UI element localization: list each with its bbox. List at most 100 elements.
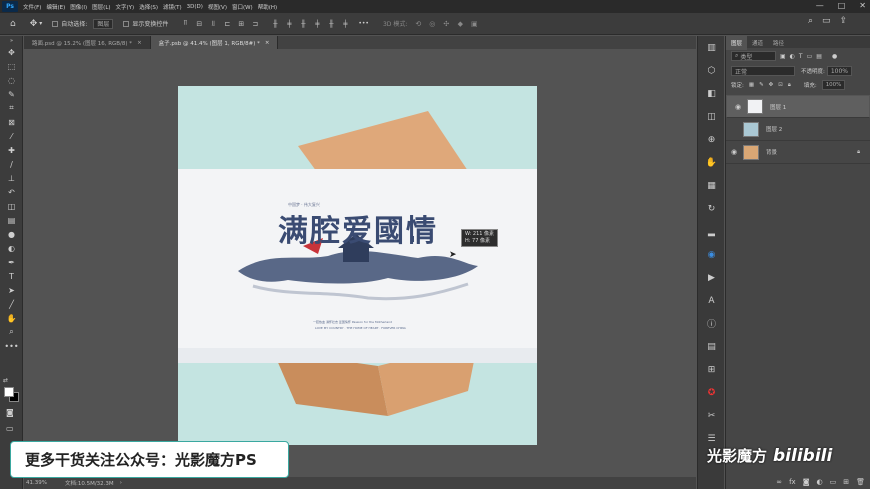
lock-all-icon[interactable]: 🔒︎ <box>788 82 791 89</box>
character-icon[interactable]: A <box>698 289 725 312</box>
more-options-icon[interactable]: ••• <box>358 20 369 27</box>
pen-tool-icon[interactable]: ✒ <box>0 255 23 269</box>
adjust-panel-icon[interactable]: ⊞ <box>698 358 725 381</box>
filter-type-icon[interactable]: T <box>799 53 803 60</box>
align-hcenter-icon[interactable]: ⊞ <box>236 19 246 29</box>
blur-tool-icon[interactable]: ● <box>0 227 23 241</box>
close-icon[interactable]: ✕ <box>859 1 866 10</box>
swap-colors-icon[interactable]: ⇄ <box>3 377 8 384</box>
zoom-level[interactable]: 41.39% <box>26 480 47 486</box>
history-brush-tool-icon[interactable]: ↶ <box>0 185 23 199</box>
auto-select-checkbox[interactable]: 自动选择: <box>52 19 87 28</box>
hand-tool-icon[interactable]: ✋ <box>0 311 23 325</box>
new-layer-icon[interactable]: ⊞ <box>843 478 849 486</box>
document-canvas[interactable]: 中国梦 · 伟大复兴 满腔爱國情 一腔热血 满怀壮志 爱国情怀 Passion … <box>178 86 537 445</box>
search-icon[interactable]: ⌕ <box>808 16 813 26</box>
maximize-icon[interactable]: □ <box>838 1 846 10</box>
stamp-icon[interactable]: ✪ <box>698 381 725 404</box>
lock-pixels-icon[interactable]: ✎ <box>759 82 764 88</box>
distribute-hcenter-icon[interactable]: ╫ <box>326 19 336 29</box>
adjustment-layer-icon[interactable]: ◐ <box>817 478 823 486</box>
layer-row-background[interactable]: ◉ 背景 🔒︎ <box>726 141 870 164</box>
menu-select[interactable]: 选择(S) <box>139 3 158 11</box>
refresh-icon[interactable]: ↻ <box>698 197 725 220</box>
distribute-bottom-icon[interactable]: ╫ <box>298 19 308 29</box>
eraser-tool-icon[interactable]: ◫ <box>0 199 23 213</box>
visibility-eye-icon[interactable]: ◉ <box>733 103 743 111</box>
frame-tool-icon[interactable]: ⊠ <box>0 115 23 129</box>
close-tab-icon[interactable]: × <box>265 40 270 46</box>
auto-select-dropdown[interactable]: 图层 <box>93 18 114 29</box>
menu-view[interactable]: 视图(V) <box>208 3 227 11</box>
auto-select-check-box[interactable] <box>52 20 59 27</box>
filter-adjust-icon[interactable]: ◐ <box>790 53 795 60</box>
distribute-top-icon[interactable]: ╫ <box>270 19 280 29</box>
fill-input[interactable]: 100% <box>821 80 846 90</box>
clone-stamp-tool-icon[interactable]: ⊥ <box>0 171 23 185</box>
collapse-icon[interactable]: » <box>0 36 23 45</box>
menu-filter[interactable]: 滤镜(T) <box>163 3 182 11</box>
orbit-3d-icon[interactable]: ⟲ <box>413 19 423 29</box>
lasso-tool-icon[interactable]: ◌ <box>0 73 23 87</box>
tab-box[interactable]: 盒子.psb @ 41.4% (图层 1, RGB/8#) * × <box>150 36 279 49</box>
auto-select-value[interactable]: 图层 <box>93 18 114 29</box>
dodge-tool-icon[interactable]: ◐ <box>0 241 23 255</box>
distribute-vcenter-icon[interactable]: ╪ <box>284 19 294 29</box>
type-tool-icon[interactable]: T <box>0 269 23 283</box>
filter-pixel-icon[interactable]: ▣ <box>780 53 786 60</box>
play-icon[interactable]: ▶ <box>698 266 725 289</box>
scale-3d-icon[interactable]: ▣ <box>469 19 479 29</box>
table-icon[interactable]: ▤ <box>698 335 725 358</box>
brush-tool-icon[interactable]: ∕ <box>0 157 23 171</box>
menu-layer[interactable]: 图层(L) <box>92 3 110 11</box>
show-transform-check-box[interactable] <box>123 20 130 27</box>
lock-position-icon[interactable]: ✥ <box>769 82 774 88</box>
gradient-tool-icon[interactable]: ▤ <box>0 213 23 227</box>
color-wheel-icon[interactable]: ◉ <box>698 243 725 266</box>
tab-road[interactable]: 路面.psd @ 15.2% (图层 16, RGB/8) * × <box>24 36 151 49</box>
home-icon[interactable]: ⌂ <box>10 19 16 29</box>
slide-3d-icon[interactable]: ◆ <box>455 19 465 29</box>
filter-shape-icon[interactable]: ▭ <box>807 53 813 60</box>
align-bottom-icon[interactable]: ⫫ <box>208 19 218 29</box>
share-icon[interactable]: ⇪ <box>840 16 848 26</box>
foreground-color-swatch[interactable] <box>4 387 14 397</box>
zoom-tool-icon[interactable]: ⌕ <box>0 325 23 339</box>
menu-edit[interactable]: 编辑(E) <box>46 3 65 11</box>
roll-3d-icon[interactable]: ◎ <box>427 19 437 29</box>
3d-icon[interactable]: ⬡ <box>698 59 725 82</box>
screen-mode-icon[interactable]: ▭ <box>6 424 14 433</box>
histogram-icon[interactable]: ▂ <box>698 220 725 243</box>
more-tools-icon[interactable]: ••• <box>0 339 23 353</box>
show-transform-checkbox[interactable]: 显示变换控件 <box>123 19 168 28</box>
layer-style-icon[interactable]: fx <box>789 478 796 486</box>
healing-brush-tool-icon[interactable]: ✚ <box>0 143 23 157</box>
move-tool-icon[interactable]: ✥ <box>30 19 38 29</box>
menu-image[interactable]: 图像(I) <box>70 3 87 11</box>
tool-preset-chevron-icon[interactable]: ▾ <box>39 20 42 27</box>
layer-name[interactable]: 图层 1 <box>770 103 786 111</box>
align-right-icon[interactable]: ⊐ <box>250 19 260 29</box>
menu-type[interactable]: 文字(Y) <box>116 3 135 11</box>
tab-channels[interactable]: 通道 <box>747 36 768 50</box>
path-select-tool-icon[interactable]: ➤ <box>0 283 23 297</box>
layer-filter-dropdown[interactable]: ⌕ 类型 <box>731 51 776 61</box>
workspace-icon[interactable]: ▭ <box>822 16 831 26</box>
quick-select-tool-icon[interactable]: ✎ <box>0 87 23 101</box>
libraries-icon[interactable]: ▥ <box>698 36 725 59</box>
gesture-icon[interactable]: ✋ <box>698 151 725 174</box>
move-tool-icon[interactable]: ✥ <box>0 45 23 59</box>
menu-window[interactable]: 窗口(W) <box>232 3 253 11</box>
align-top-icon[interactable]: ⫪ <box>180 19 190 29</box>
layer-row-2[interactable]: 图层 2 <box>726 118 870 141</box>
pan-3d-icon[interactable]: ✣ <box>441 19 451 29</box>
filter-toggle-icon[interactable]: ● <box>832 53 837 60</box>
blend-mode-dropdown[interactable]: 正常 <box>731 66 795 76</box>
link-layers-icon[interactable]: ∞ <box>776 478 782 486</box>
channels-icon[interactable]: ◫ <box>698 105 725 128</box>
align-vcenter-icon[interactable]: ⊟ <box>194 19 204 29</box>
layer-name[interactable]: 图层 2 <box>766 125 782 133</box>
visibility-eye-icon[interactable]: ◉ <box>729 148 739 156</box>
filter-smart-icon[interactable]: ▤ <box>816 53 822 60</box>
swatches-icon[interactable]: ▦ <box>698 174 725 197</box>
